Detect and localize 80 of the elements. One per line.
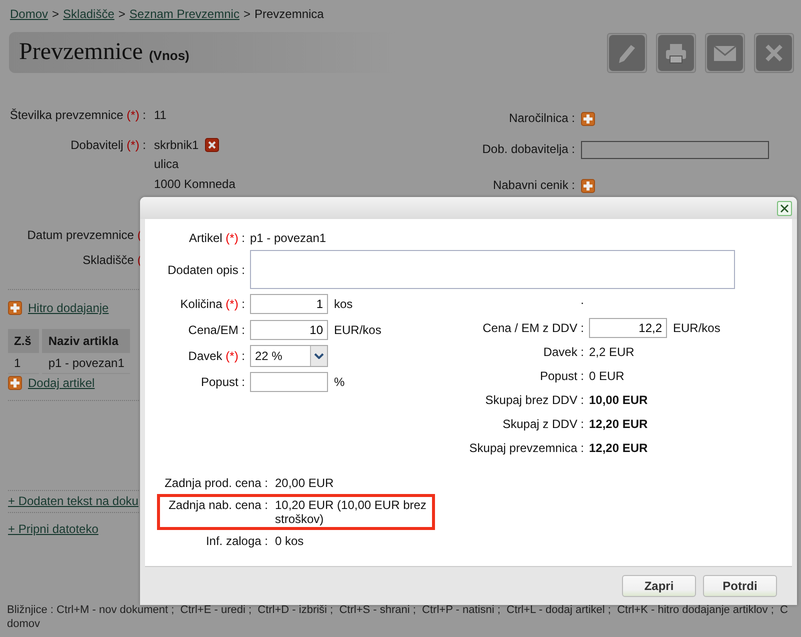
field-value: 0 kos bbox=[275, 534, 304, 548]
add-item-link[interactable]: Dodaj artikel bbox=[28, 376, 95, 390]
field-value: 2,2 EUR bbox=[589, 345, 634, 359]
dot-text: . bbox=[580, 293, 584, 307]
quick-add-link[interactable]: Hitro dodajanje bbox=[28, 301, 109, 315]
field-value: 10,20 EUR (10,00 EUR brez stroškov) bbox=[275, 498, 426, 526]
pencil-icon bbox=[609, 34, 645, 70]
field-label: Številka prevzemnice (*) : bbox=[10, 108, 146, 122]
close-icon bbox=[756, 34, 792, 70]
field-value: p1 - povezan1 bbox=[250, 231, 326, 245]
caret-icon bbox=[314, 353, 324, 359]
plus-icon bbox=[8, 301, 22, 315]
field-label: Davek : bbox=[543, 345, 584, 359]
field-label: Inf. zaloga : bbox=[206, 534, 268, 548]
print-button[interactable] bbox=[656, 32, 696, 72]
field-label: Naročilnica : bbox=[508, 111, 575, 126]
total-value: 10,00 EUR bbox=[589, 393, 648, 407]
field-label: Skupaj prevzemnica : bbox=[469, 441, 584, 455]
page-title: Prevzemnice bbox=[19, 39, 143, 66]
dialog-button[interactable]: Zapri bbox=[622, 575, 696, 597]
breadcrumb-current: Prevzemnica bbox=[254, 7, 324, 21]
breadcrumb-link[interactable]: Skladišče bbox=[63, 7, 114, 21]
unit-label: kos bbox=[334, 297, 353, 311]
number-field[interactable] bbox=[250, 372, 328, 392]
number-field[interactable]: 1 bbox=[250, 294, 328, 314]
field-label: Dodaten opis : bbox=[168, 262, 245, 276]
plus-icon bbox=[8, 376, 22, 390]
field-value: skrbnik1 bbox=[154, 136, 199, 154]
unit-label: EUR/kos bbox=[673, 321, 720, 335]
field-label: Artikel (*) : bbox=[188, 231, 245, 245]
document-link[interactable]: + Dodaten tekst na doku bbox=[8, 494, 138, 508]
number-field[interactable]: 12,2 bbox=[589, 318, 667, 338]
edit-button[interactable] bbox=[607, 32, 647, 72]
plus-icon bbox=[581, 112, 595, 126]
table-cell: 1 bbox=[8, 353, 40, 374]
field-label: Dobavitelj (*) : bbox=[70, 138, 146, 152]
field-label: Cena/EM : bbox=[188, 323, 245, 337]
tax-select[interactable]: 22 % bbox=[250, 345, 328, 367]
close-icon bbox=[779, 202, 790, 214]
unit-label: EUR/kos bbox=[334, 323, 382, 337]
field-value: 0 EUR bbox=[589, 369, 624, 383]
field-label: Količina (*) : bbox=[180, 297, 245, 311]
field-label: Zadnja nab. cena : bbox=[168, 498, 268, 512]
field-label: Popust : bbox=[540, 369, 584, 383]
shortcut-text: Bližnjice : Ctrl+M - nov dokument ; Ctrl+E - uredi ; Ctrl+D - izbriši ; Ctrl+S - shrani ; Ctrl+P - natisni ; Ctrl+L - dodaj artikel ; Ctrl+K - hitro dodajanje artiklov ; C bbox=[7, 603, 789, 617]
printer-icon bbox=[658, 34, 694, 70]
unit-label: % bbox=[334, 375, 345, 389]
field-label: Popust : bbox=[200, 375, 245, 389]
field-label: Nabavni cenik : bbox=[492, 178, 575, 192]
breadcrumb-separator: > bbox=[118, 7, 126, 21]
page-subtitle: (Vnos) bbox=[148, 48, 190, 63]
breadcrumb-link[interactable]: Domov bbox=[10, 7, 48, 21]
field-label: Skupaj z DDV : bbox=[502, 417, 584, 431]
dialog-button[interactable]: Potrdi bbox=[703, 575, 777, 597]
field-label: Cena / EM z DDV : bbox=[482, 321, 584, 335]
total-value: 12,20 EUR bbox=[589, 417, 648, 431]
field-label: Skupaj brez DDV : bbox=[485, 393, 584, 407]
number-field[interactable]: 10 bbox=[250, 320, 328, 340]
email-button[interactable] bbox=[705, 32, 745, 72]
field-value: ulica bbox=[154, 156, 179, 173]
field-value: 1000 Komneda bbox=[154, 176, 236, 192]
envelope-icon bbox=[707, 34, 743, 70]
breadcrumb-separator: > bbox=[52, 7, 60, 21]
description-field[interactable] bbox=[250, 250, 735, 289]
plus-icon bbox=[581, 179, 595, 193]
field-value: 20,00 EUR bbox=[275, 476, 334, 490]
breadcrumb-separator: > bbox=[243, 7, 250, 21]
column-header: Z.š bbox=[8, 329, 40, 353]
close-button[interactable] bbox=[777, 200, 792, 216]
field-label: Davek (*) : bbox=[188, 349, 245, 363]
total-value: 12,20 EUR bbox=[589, 441, 648, 455]
breadcrumb-link[interactable]: Seznam Prevzemnic bbox=[129, 7, 240, 21]
shortcut-text: domov bbox=[7, 617, 42, 631]
field-label: Zadnja prod. cena : bbox=[164, 476, 268, 490]
document-link[interactable]: + Pripni datoteko bbox=[8, 522, 98, 536]
text-field[interactable] bbox=[581, 141, 769, 159]
table-cell: p1 - povezan1 bbox=[42, 353, 130, 374]
field-value: 11 bbox=[154, 107, 166, 124]
column-header: Naziv artikla bbox=[42, 329, 130, 353]
field-label: Dob. dobavitelja : bbox=[482, 142, 575, 156]
